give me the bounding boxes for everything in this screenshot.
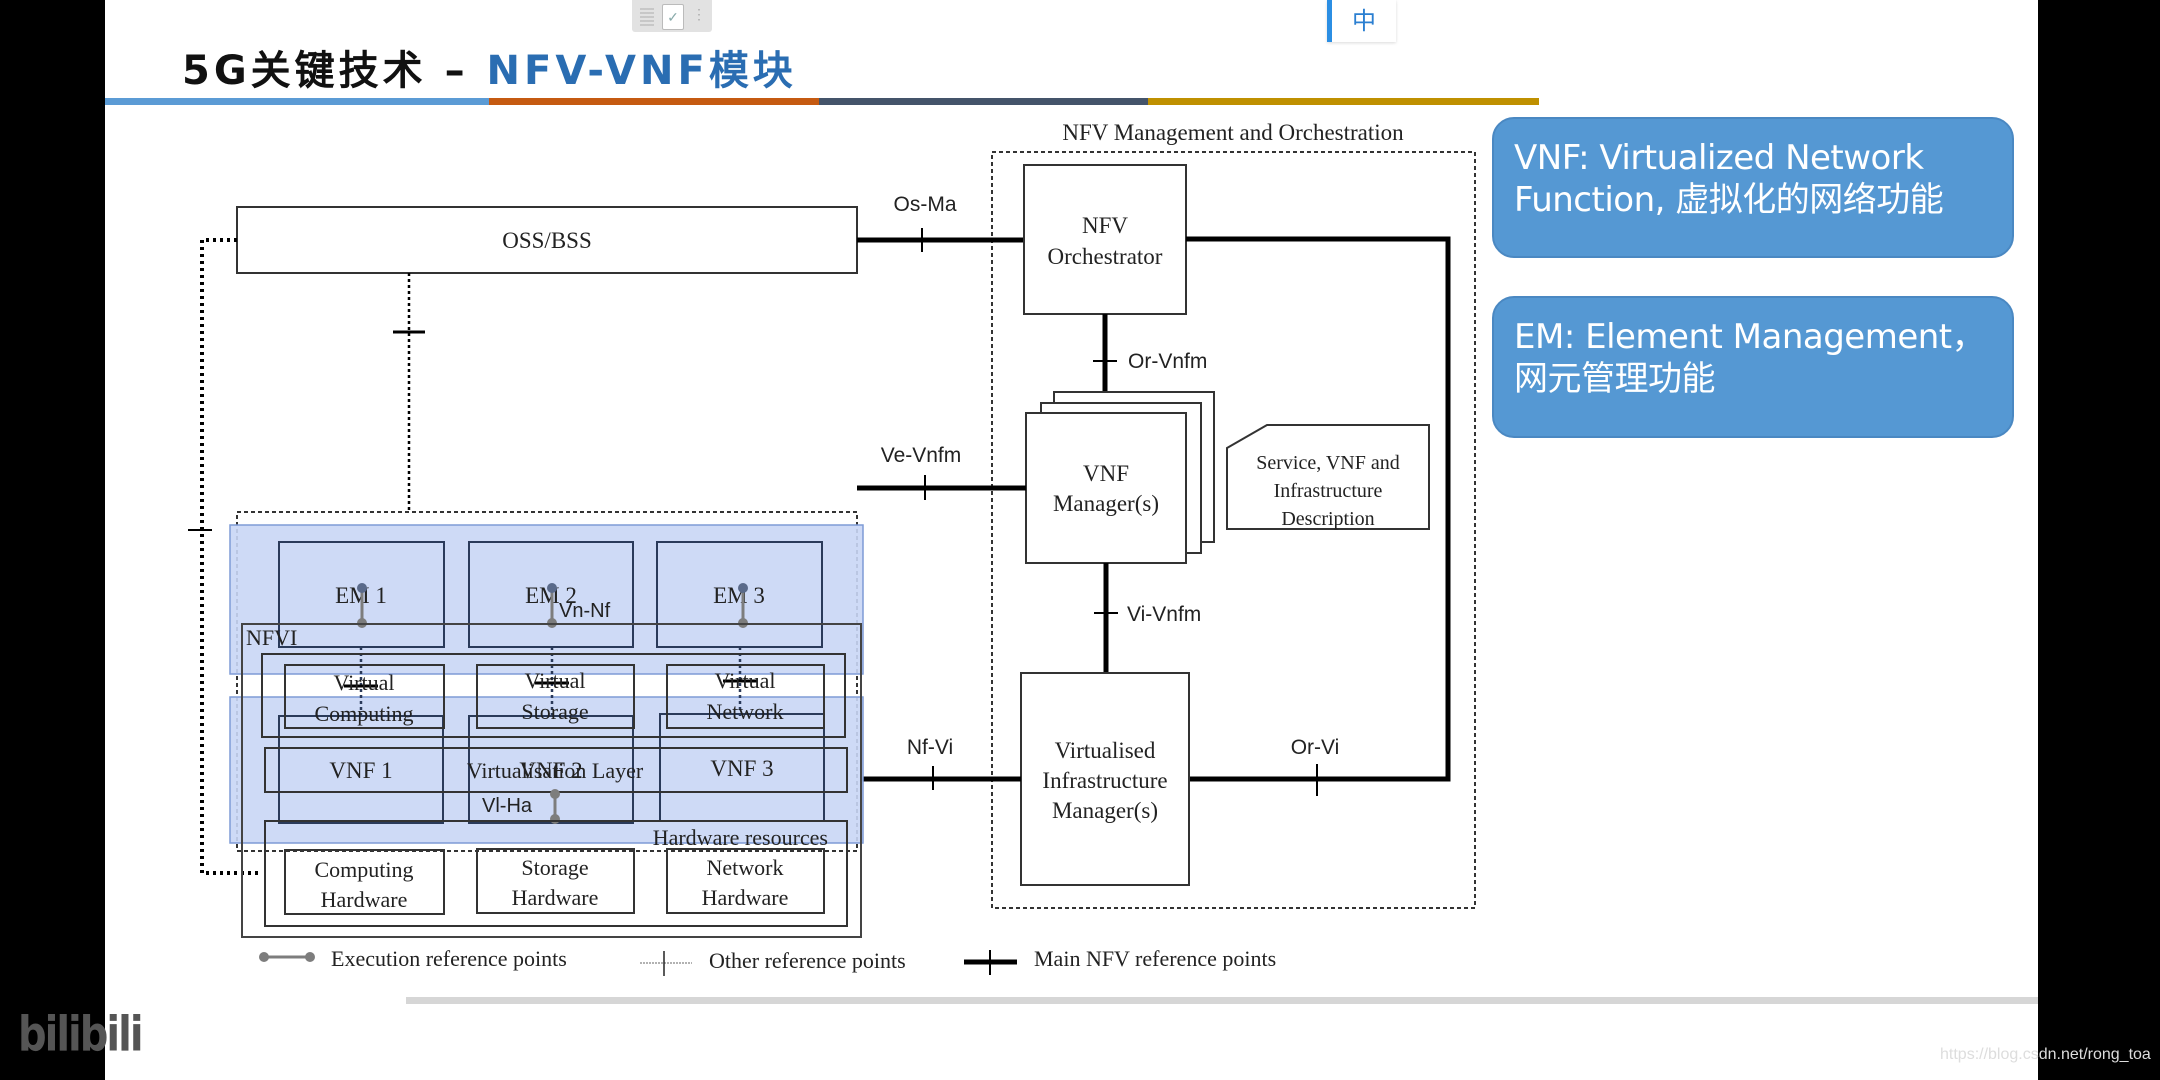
nfv-architecture-diagram: NFV Management and Orchestration OSS/BSS…	[188, 120, 1476, 976]
computing-hardware: Computing Hardware	[284, 849, 445, 915]
legend-execution-label: Execution reference points	[331, 946, 567, 971]
storage-hardware-line2: Hardware	[512, 885, 599, 910]
or-vnfm-label: Or-Vnfm	[1128, 350, 1207, 373]
virtual-storage-line2: Storage	[521, 699, 588, 724]
descriptor-label-2: Infrastructure	[1274, 480, 1383, 502]
watermark-url: https://blog.csdn.net/rong_toa	[1940, 1046, 2151, 1063]
legend-main-label: Main NFV reference points	[1034, 946, 1276, 971]
legend: Execution reference points Other referen…	[259, 946, 1276, 976]
hardware-resources-label: Hardware resources	[653, 825, 828, 850]
vnfm-box	[1025, 412, 1187, 564]
nfvo-label-1: NFV	[1082, 213, 1128, 238]
virtual-network-line1: Virtual	[715, 668, 776, 693]
vnfm-label-1: VNF	[1083, 461, 1129, 486]
mano-title: NFV Management and Orchestration	[1062, 120, 1404, 145]
vim-label-2: Infrastructure	[1042, 768, 1167, 793]
descriptor-label-3: Description	[1281, 508, 1374, 530]
bilibili-logo: bilibili	[18, 1007, 144, 1063]
vim-label-3: Manager(s)	[1052, 798, 1158, 823]
vnf-1-label: VNF 1	[329, 758, 392, 783]
computing-hardware-line2: Hardware	[321, 887, 408, 912]
oss-bss-label: OSS/BSS	[502, 228, 592, 253]
legend-main-icon	[964, 950, 1017, 975]
virtual-computing-line2: Computing	[314, 701, 413, 726]
os-ma-label: Os-Ma	[894, 193, 957, 216]
vi-ha-dot-top	[550, 789, 560, 799]
nfvo-label-2: Orchestrator	[1048, 244, 1163, 269]
nf-vi-label: Nf-Vi	[907, 736, 953, 759]
vnfm-label-2: Manager(s)	[1053, 491, 1159, 516]
vi-ha-label: Vl-Ha	[482, 795, 533, 817]
nfvi-label: NFVI	[246, 625, 297, 650]
slide-footer-rule	[406, 997, 2038, 1004]
storage-hardware-line1: Storage	[521, 855, 588, 880]
network-hardware: Network Hardware	[666, 848, 825, 914]
vi-ha-dot-bottom	[550, 814, 560, 824]
legend-other-label: Other reference points	[709, 948, 906, 973]
legend-other-icon	[640, 951, 692, 976]
vim-label-1: Virtualised	[1055, 738, 1156, 763]
vi-vnfm-label: Vi-Vnfm	[1127, 603, 1201, 626]
or-vi-label: Or-Vi	[1291, 736, 1340, 759]
virtual-computing-line1: Virtual	[334, 670, 395, 695]
nfvo-box	[1023, 164, 1187, 315]
descriptor-label-1: Service, VNF and	[1256, 452, 1400, 474]
ve-vnfm-label: Ve-Vnfm	[881, 444, 962, 467]
vnf-3-label: VNF 3	[710, 756, 773, 781]
vn-nf-label: Vn-Nf	[559, 600, 611, 622]
virtualisation-layer-label: Virtualisation Layer	[467, 758, 644, 783]
virtual-storage-line1: Virtual	[525, 668, 586, 693]
virtual-network-line2: Network	[707, 699, 784, 724]
network-hardware-line1: Network	[707, 855, 784, 880]
legend-execution-icon	[259, 952, 315, 962]
storage-hardware: Storage Hardware	[476, 848, 635, 914]
network-hardware-line2: Hardware	[702, 885, 789, 910]
computing-hardware-line1: Computing	[314, 857, 413, 882]
